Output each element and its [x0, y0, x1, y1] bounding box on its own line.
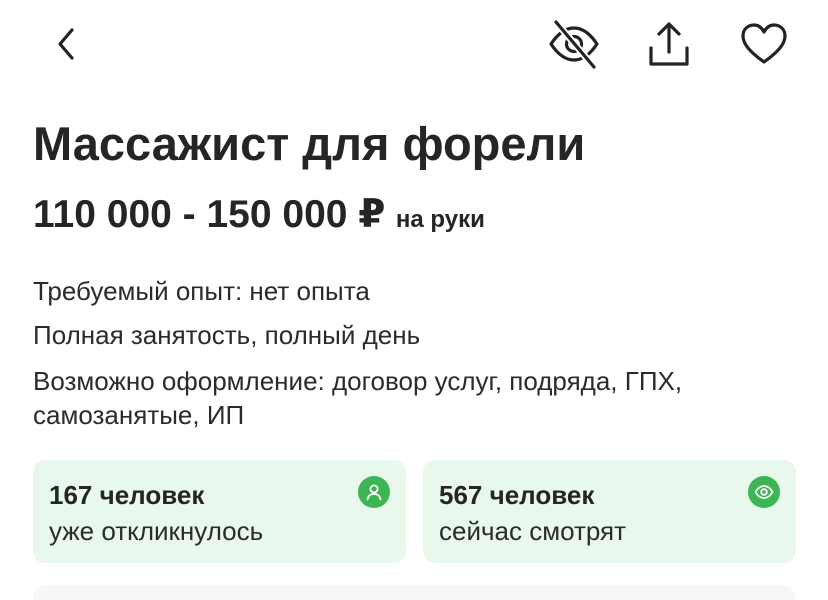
experience-text: Требуемый опыт: нет опыта — [33, 276, 370, 306]
top-bar — [0, 0, 828, 90]
viewing-badge — [748, 476, 780, 508]
eye-icon — [754, 485, 774, 499]
share-upload-icon — [649, 22, 689, 66]
responses-badge — [358, 476, 390, 508]
employment-text: Полная занятость, полный день — [33, 320, 421, 350]
viewing-card: 567 человек сейчас смотрят — [423, 460, 796, 563]
responses-caption: уже откликнулось — [49, 516, 264, 546]
person-icon — [366, 484, 382, 501]
share-button[interactable] — [644, 18, 694, 70]
salary: 110 000 - 150 000 ₽ на руки — [33, 192, 485, 237]
vacancy-title: Массажист для форели — [33, 117, 586, 170]
salary-amount: 110 000 - 150 000 ₽ — [33, 193, 386, 236]
viewing-caption: сейчас смотрят — [439, 516, 627, 546]
hide-vacancy-button[interactable] — [546, 18, 602, 70]
eye-off-icon — [549, 19, 599, 69]
salary-note: на руки — [395, 206, 485, 233]
chevron-left-icon — [58, 28, 74, 60]
responses-card: 167 человек уже откликнулось — [33, 460, 406, 563]
back-button[interactable] — [44, 22, 88, 66]
contract-text: Возможно оформление: договор услуг, подр… — [33, 366, 683, 430]
viewing-count: 567 человек — [439, 480, 595, 510]
responses-count: 167 человек — [49, 480, 205, 510]
favorite-button[interactable] — [738, 18, 790, 70]
next-section-edge — [33, 585, 795, 600]
heart-icon — [741, 23, 787, 64]
